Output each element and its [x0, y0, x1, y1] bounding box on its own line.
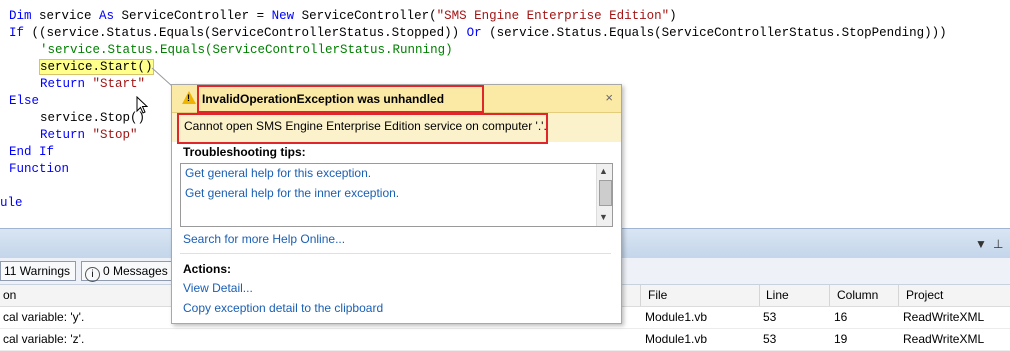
string-literal: "Stop" — [85, 128, 138, 142]
code-line-3: 'service.Status.Equals(ServiceController… — [40, 42, 453, 59]
row-file: Module1.vb — [645, 310, 708, 324]
row-column: 19 — [834, 332, 848, 346]
popup-header: InvalidOperationException was unhandled … — [172, 85, 621, 113]
column-header-line[interactable]: Line — [766, 285, 789, 306]
exception-message: Cannot open SMS Engine Enterprise Editio… — [184, 119, 547, 133]
mouse-cursor-icon — [136, 96, 148, 114]
code-text: ServiceController( — [294, 9, 437, 23]
column-divider[interactable] — [829, 285, 830, 306]
keyword: ule — [0, 196, 23, 210]
info-icon: i — [85, 267, 100, 282]
keyword: Return — [40, 128, 86, 142]
string-literal: "SMS Engine Enterprise Edition" — [436, 9, 670, 23]
keyword: New — [271, 9, 295, 23]
close-icon[interactable]: × — [605, 90, 613, 105]
string-literal: "Start" — [85, 77, 146, 91]
search-help-online-link[interactable]: Search for more Help Online... — [183, 232, 345, 246]
divider — [180, 253, 611, 254]
copy-exception-detail-link[interactable]: Copy exception detail to the clipboard — [183, 301, 383, 315]
code-line-1: Dim service As ServiceController = New S… — [9, 8, 677, 25]
keyword: As — [99, 9, 115, 23]
highlighted-statement: service.Start() — [39, 59, 154, 75]
code-line-7: service.Stop() — [40, 110, 145, 127]
code-line-2: If ((service.Status.Equals(ServiceContro… — [9, 25, 947, 42]
warnings-count-label: 11 Warnings — [4, 264, 71, 278]
exception-assistant-popup: InvalidOperationException was unhandled … — [171, 84, 622, 324]
code-text: (service.Status.Equals(ServiceController… — [481, 26, 947, 40]
row-line: 53 — [763, 332, 777, 346]
column-divider[interactable] — [759, 285, 760, 306]
view-detail-link[interactable]: View Detail... — [183, 281, 253, 295]
scroll-down-icon[interactable]: ▼ — [599, 212, 608, 222]
code-text: service.Stop() — [40, 111, 146, 125]
warning-icon — [182, 91, 196, 104]
scrollbar-thumb[interactable] — [599, 180, 612, 206]
keyword: Else — [9, 94, 40, 108]
dropdown-arrow-icon[interactable]: ▼ — [975, 237, 987, 251]
code-text: ServiceController = — [114, 9, 272, 23]
keyword: Return — [40, 77, 86, 91]
messages-count-label: 0 Messages — [103, 264, 168, 278]
row-project: ReadWriteXML — [903, 332, 985, 346]
keyword: Function — [9, 162, 70, 176]
code-text: ((service.Status.Equals(ServiceControlle… — [24, 26, 467, 40]
code-line-10: Function — [9, 161, 69, 178]
messages-filter-button[interactable]: i0 Messages — [81, 261, 174, 282]
code-line-6: Else — [9, 93, 39, 110]
row-line: 53 — [763, 310, 777, 324]
column-divider[interactable] — [898, 285, 899, 306]
tips-scrollbar[interactable]: ▲ ▼ — [596, 164, 612, 226]
row-file: Module1.vb — [645, 332, 708, 346]
code-line-5: Return "Start" — [40, 76, 145, 93]
code-text: service — [31, 9, 100, 23]
pin-icon[interactable]: ⊥ — [993, 237, 1003, 251]
troubleshooting-heading: Troubleshooting tips: — [183, 145, 306, 159]
column-divider[interactable] — [640, 285, 641, 306]
actions-heading: Actions: — [183, 262, 231, 276]
troubleshooting-tips-list: Get general help for this exception. Get… — [180, 163, 613, 227]
warnings-filter-button[interactable]: 11 Warnings — [0, 261, 77, 281]
keyword: End If — [9, 145, 55, 159]
row-description: cal variable: 'y'. — [3, 310, 85, 324]
row-column: 16 — [834, 310, 848, 324]
scroll-up-icon[interactable]: ▲ — [599, 166, 608, 176]
keyword: Dim — [9, 9, 32, 23]
row-project: ReadWriteXML — [903, 310, 985, 324]
column-header-column[interactable]: Column — [837, 285, 878, 306]
column-header-project[interactable]: Project — [906, 285, 943, 306]
row-description: cal variable: 'z'. — [3, 332, 85, 346]
exception-title: InvalidOperationException was unhandled — [202, 92, 445, 106]
column-header-file[interactable]: File — [648, 285, 667, 306]
code-line-4: service.Start() — [39, 59, 154, 76]
code-text: ) — [669, 9, 677, 23]
keyword: If — [9, 26, 25, 40]
tip-link-inner-exception-help[interactable]: Get general help for the inner exception… — [185, 186, 399, 200]
code-line-11: ule — [0, 195, 23, 212]
table-row[interactable]: cal variable: 'z'. Module1.vb 53 19 Read… — [0, 329, 1010, 351]
column-header-description[interactable]: on — [3, 285, 16, 306]
code-line-9: End If — [9, 144, 54, 161]
comment: 'service.Status.Equals(ServiceController… — [40, 43, 453, 57]
keyword: Or — [466, 26, 482, 40]
code-line-8: Return "Stop" — [40, 127, 138, 144]
tip-link-exception-help[interactable]: Get general help for this exception. — [185, 166, 371, 180]
